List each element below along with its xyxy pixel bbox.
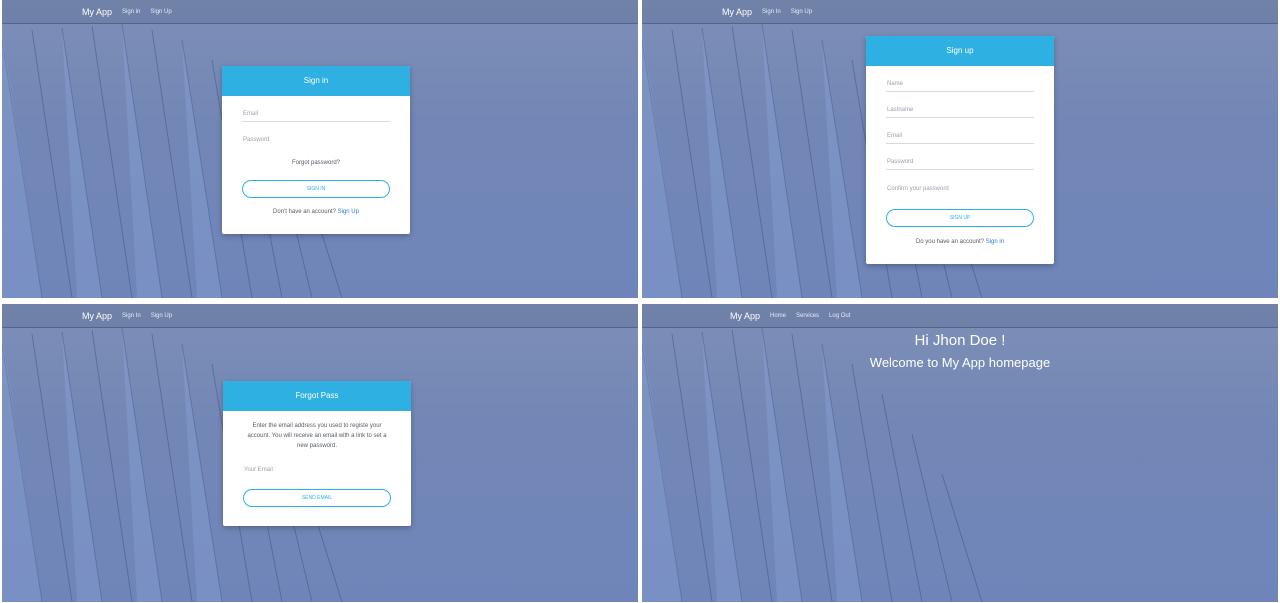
signup-card: Sign up Name Lastname Email Password Con… bbox=[866, 36, 1054, 264]
signin-card: Sign in Email Password Forgot password? … bbox=[222, 66, 410, 234]
brand-logo[interactable]: My App bbox=[82, 311, 112, 321]
signup-button[interactable]: SIGN UP bbox=[886, 209, 1034, 227]
password-field[interactable]: Password bbox=[886, 159, 1034, 170]
nav-link-signup[interactable]: Sign Up bbox=[150, 9, 171, 15]
signup-screen: My App Sign In Sign Up Sign up Name Last… bbox=[642, 0, 1278, 298]
signin-screen: My App Sign in Sign Up Sign in Email Pas… bbox=[2, 0, 638, 298]
brand-logo[interactable]: My App bbox=[722, 7, 752, 17]
brand-logo[interactable]: My App bbox=[82, 7, 112, 17]
confirm-password-field[interactable]: Confirm your password bbox=[886, 186, 1034, 197]
nav-link-signin[interactable]: Sign in bbox=[122, 9, 140, 15]
email-field[interactable]: Your Email bbox=[243, 467, 391, 478]
nav-link-signin[interactable]: Sign In bbox=[762, 9, 781, 15]
nav-link-logout[interactable]: Log Out bbox=[829, 313, 850, 319]
nav-link-signup[interactable]: Sign Up bbox=[791, 9, 812, 15]
top-navbar: My App Sign In Sign Up bbox=[2, 304, 638, 328]
nav-link-home[interactable]: Home bbox=[770, 313, 786, 319]
forgot-description: Enter the email address you used to regi… bbox=[247, 423, 387, 449]
signup-link[interactable]: Sign Up bbox=[338, 209, 359, 215]
card-title: Sign in bbox=[222, 66, 410, 96]
email-field[interactable]: Email bbox=[886, 133, 1034, 144]
welcome-text: Welcome to My App homepage bbox=[869, 355, 1051, 370]
greeting-heading: Hi Jhon Doe ! bbox=[914, 332, 1006, 349]
forgot-password-screen: My App Sign In Sign Up Forgot Pass Enter… bbox=[2, 304, 638, 602]
email-field[interactable]: Email bbox=[242, 111, 390, 122]
nav-link-signin[interactable]: Sign In bbox=[122, 313, 141, 319]
send-email-button[interactable]: SEND EMAIL bbox=[243, 489, 391, 507]
signin-link[interactable]: Sign in bbox=[986, 239, 1004, 245]
lastname-field[interactable]: Lastname bbox=[886, 107, 1034, 118]
top-navbar: My App Sign in Sign Up bbox=[2, 0, 638, 24]
signup-prompt-text: Don't have an account? bbox=[273, 209, 336, 215]
top-navbar: My App Sign In Sign Up bbox=[642, 0, 1278, 24]
home-screen: My App Home Services Log Out Hi Jhon Doe… bbox=[642, 304, 1278, 602]
forgot-password-card: Forgot Pass Enter the email address you … bbox=[223, 381, 411, 526]
card-title: Sign up bbox=[866, 36, 1054, 66]
top-navbar: My App Home Services Log Out bbox=[642, 304, 1278, 328]
nav-link-signup[interactable]: Sign Up bbox=[151, 313, 172, 319]
password-field[interactable]: Password bbox=[242, 137, 390, 148]
signup-prompt: Don't have an account? Sign Up bbox=[222, 209, 410, 215]
forgot-password-link[interactable]: Forgot password? bbox=[222, 160, 410, 166]
nav-link-services[interactable]: Services bbox=[796, 313, 819, 319]
name-field[interactable]: Name bbox=[886, 81, 1034, 92]
card-title: Forgot Pass bbox=[223, 381, 411, 411]
screenshot-grid: My App Sign in Sign Up Sign in Email Pas… bbox=[0, 0, 1280, 603]
signin-prompt: Do you have an account? Sign in bbox=[866, 239, 1054, 245]
signin-prompt-text: Do you have an account? bbox=[915, 239, 985, 245]
signin-button[interactable]: SIGN IN bbox=[242, 180, 390, 198]
brand-logo[interactable]: My App bbox=[730, 311, 760, 321]
